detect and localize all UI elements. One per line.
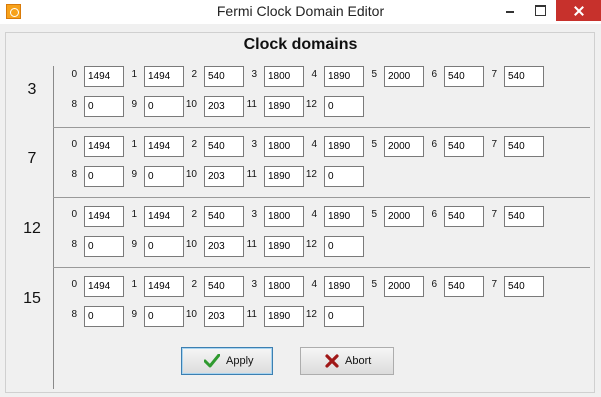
field-index-label: 12 (305, 239, 317, 250)
clock-value-input[interactable]: 0 (324, 236, 364, 257)
field-index-label: 6 (431, 209, 437, 220)
field-index-label: 2 (191, 279, 197, 290)
section-divider (53, 197, 590, 198)
field-index-label: 3 (251, 279, 257, 290)
field-index-label: 4 (311, 139, 317, 150)
field-index-label: 12 (305, 99, 317, 110)
field-index-label: 7 (491, 209, 497, 220)
field-index-label: 7 (491, 69, 497, 80)
field-index-label: 1 (131, 279, 137, 290)
abort-button[interactable]: Abort (300, 347, 394, 375)
field-index-label: 10 (185, 239, 197, 250)
field-index-label: 11 (246, 169, 257, 180)
field-index-label: 2 (191, 209, 197, 220)
clock-value-input[interactable]: 540 (504, 276, 544, 297)
field-index-label: 6 (431, 69, 437, 80)
apply-button[interactable]: Apply (181, 347, 273, 375)
field-index-label: 1 (131, 139, 137, 150)
field-index-label: 0 (71, 209, 77, 220)
field-index-label: 0 (71, 139, 77, 150)
field-index-label: 9 (131, 309, 137, 320)
field-index-label: 2 (191, 139, 197, 150)
main-window: Fermi Clock Domain Editor Clock domains … (0, 0, 601, 397)
field-index-label: 9 (131, 169, 137, 180)
field-index-label: 6 (431, 279, 437, 290)
client-area: Clock domains 3 0 1494 1 1494 2 540 3 1800 4 1890 5… (0, 24, 601, 397)
field-index-label: 5 (371, 139, 377, 150)
section-label: 15 (23, 290, 41, 307)
field-index-label: 0 (71, 69, 77, 80)
field-index-label: 4 (311, 279, 317, 290)
field-index-label: 10 (185, 169, 197, 180)
field-index-label: 0 (71, 279, 77, 290)
page-title: Clock domains (243, 36, 358, 53)
section-label: 7 (27, 150, 37, 167)
abort-label: Abort (345, 355, 372, 367)
field-index-label: 4 (311, 69, 317, 80)
field-index-label: 10 (185, 309, 197, 320)
field-index-label: 7 (491, 279, 497, 290)
field-index-label: 9 (131, 99, 137, 110)
section-label: 12 (23, 220, 41, 237)
field-index-label: 11 (246, 239, 257, 250)
close-button[interactable] (556, 0, 601, 21)
maximize-button[interactable] (526, 0, 554, 21)
field-index-label: 6 (431, 139, 437, 150)
clock-value-input[interactable]: 0 (324, 306, 364, 327)
field-index-label: 3 (251, 139, 257, 150)
field-index-label: 2 (191, 69, 197, 80)
check-icon (204, 354, 220, 368)
section-divider (53, 127, 590, 128)
field-index-label: 4 (311, 209, 317, 220)
clock-value-input[interactable]: 540 (504, 136, 544, 157)
field-index-label: 1 (131, 69, 137, 80)
field-index-label: 1 (131, 209, 137, 220)
clock-value-input[interactable]: 0 (324, 96, 364, 117)
section-divider (53, 267, 590, 268)
field-index-label: 5 (371, 209, 377, 220)
clock-value-input[interactable]: 0 (324, 166, 364, 187)
x-icon (325, 354, 339, 368)
section-label: 3 (27, 81, 37, 98)
field-index-label: 11 (246, 309, 257, 320)
minimize-button[interactable] (496, 0, 524, 21)
apply-label: Apply (226, 355, 254, 367)
field-index-label: 8 (71, 169, 77, 180)
field-index-label: 5 (371, 279, 377, 290)
field-index-label: 8 (71, 239, 77, 250)
field-index-label: 10 (185, 99, 197, 110)
field-index-label: 8 (71, 309, 77, 320)
field-index-label: 7 (491, 139, 497, 150)
field-index-label: 12 (305, 309, 317, 320)
clock-value-input[interactable]: 540 (504, 66, 544, 87)
field-index-label: 8 (71, 99, 77, 110)
field-index-label: 12 (305, 169, 317, 180)
field-index-label: 11 (246, 99, 257, 110)
field-index-label: 5 (371, 69, 377, 80)
field-index-label: 3 (251, 209, 257, 220)
field-index-label: 9 (131, 239, 137, 250)
field-index-label: 3 (251, 69, 257, 80)
clock-value-input[interactable]: 540 (504, 206, 544, 227)
title-bar: Fermi Clock Domain Editor (0, 0, 601, 24)
